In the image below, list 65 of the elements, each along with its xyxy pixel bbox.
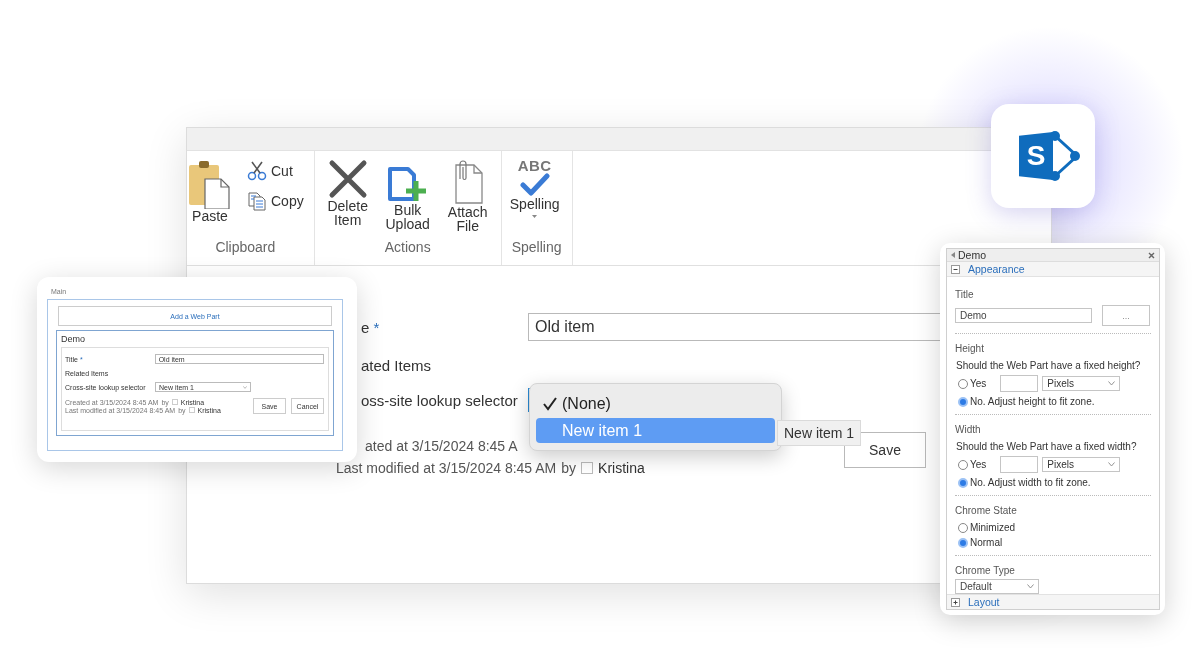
group-label: Clipboard [214,239,277,257]
ribbon-button[interactable]: Cut [247,161,304,181]
ribbon-button[interactable]: Delete Item [324,159,371,239]
option-label: Yes [970,459,987,471]
unit-select[interactable]: Pixels [1042,376,1121,392]
field-label: e * [361,318,381,336]
radio-button[interactable] [958,378,968,389]
chevron-down-icon [1027,584,1034,590]
copy-icon [247,191,267,211]
ribbon-button[interactable]: Bulk Upload [384,159,431,239]
user-name: Kristina [598,460,645,476]
scissors-icon [247,161,267,181]
by-label: by [561,460,577,476]
chevron-down-icon [1108,462,1116,468]
checkmark-icon [519,173,550,197]
field-label: Title [955,289,975,301]
group-label: Actions [383,239,432,257]
collapse-icon[interactable] [951,264,960,274]
ribbon-button[interactable]: Paste [187,159,233,239]
builder-button[interactable]: ... [1102,305,1150,327]
section-label: Chrome Type [955,565,1016,577]
field-label: oss-site lookup selector [361,391,519,409]
delete-icon [327,159,368,199]
section-label: Chrome State [955,505,1018,517]
chevron-down-icon [1108,381,1116,387]
caret-icon [951,252,955,259]
modified-info: Last modified at 3/15/2024 8:45 AM [336,460,557,476]
title-input[interactable]: Demo [955,308,1092,324]
tooltip: New item 1 [777,420,862,446]
option-label: Yes [970,378,987,390]
radio-button[interactable] [958,522,968,533]
section-label: ated Items [361,356,433,374]
section-header[interactable]: Appearance [947,262,1159,278]
option-label: Normal [970,537,1003,549]
chrome-type-select[interactable]: Default [955,579,1039,595]
size-input[interactable] [1000,456,1039,474]
menu-item[interactable]: (None) [536,391,775,416]
section-label: Width [955,424,982,436]
chevron-down-icon [243,385,247,389]
radio-button[interactable] [958,396,968,407]
radio-button[interactable] [958,537,968,548]
option-label: No. Adjust width to fit zone. [970,477,1091,489]
ribbon-button[interactable]: Copy [247,191,304,211]
title-input[interactable]: Old item [528,313,942,341]
option-label: No. Adjust height to fit zone. [970,396,1095,408]
ribbon-button[interactable]: ABC Spelling [511,159,558,239]
created-info: ated at 3/15/2024 8:45 A [365,438,518,454]
checkmark-icon [542,396,558,411]
radio-button[interactable] [958,459,968,470]
unit-select[interactable]: Pixels [1042,457,1121,473]
section-label: Height [955,343,985,355]
clipboard-icon [189,159,231,209]
radio-button[interactable] [958,477,968,488]
close-icon[interactable] [1148,251,1155,259]
size-input[interactable] [1000,375,1039,393]
question-text: Should the Web Part have a fixed height? [955,360,1142,372]
web-part-title: Demo [61,334,86,344]
group-label: Spelling [511,239,562,257]
question-text: Should the Web Part have a fixed width? [955,441,1138,453]
logo-letter: S [1019,132,1053,180]
section-header[interactable]: Layout [947,594,1159,609]
expand-icon[interactable] [951,597,960,607]
option-label: Minimized [970,522,1015,534]
ribbon-button[interactable]: Attach File [444,159,491,239]
panel-title: Demo [958,249,987,262]
